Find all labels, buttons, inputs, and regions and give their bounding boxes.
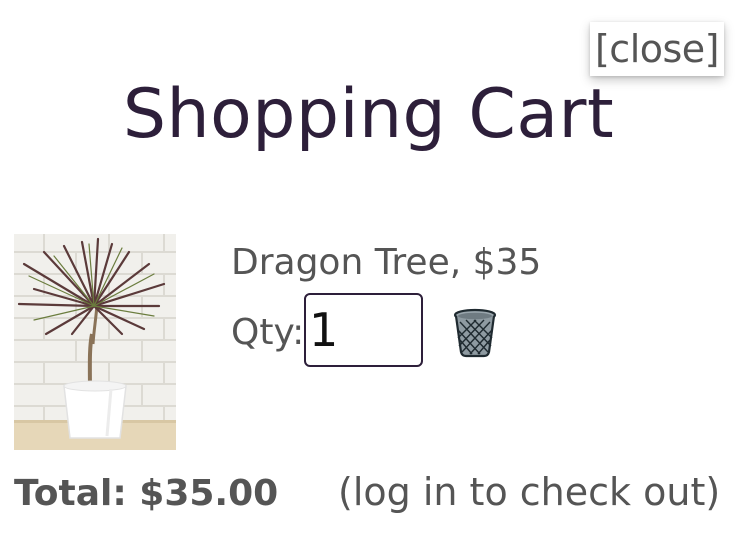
shopping-cart-panel: [close] Shopping Cart Dragon Tree, $35 Q… — [0, 0, 747, 539]
quantity-label: Qty: — [231, 312, 305, 353]
page-title: Shopping Cart — [122, 75, 615, 154]
cart-total: Total: $35.00 — [14, 473, 279, 514]
checkout-login-link[interactable]: (log in to check out) — [338, 468, 720, 516]
quantity-input[interactable] — [304, 293, 423, 367]
close-button[interactable]: [close] — [590, 22, 724, 76]
item-name-price: Dragon Tree, $35 — [231, 242, 542, 283]
product-image — [14, 234, 176, 450]
trash-can-icon[interactable] — [452, 308, 498, 358]
